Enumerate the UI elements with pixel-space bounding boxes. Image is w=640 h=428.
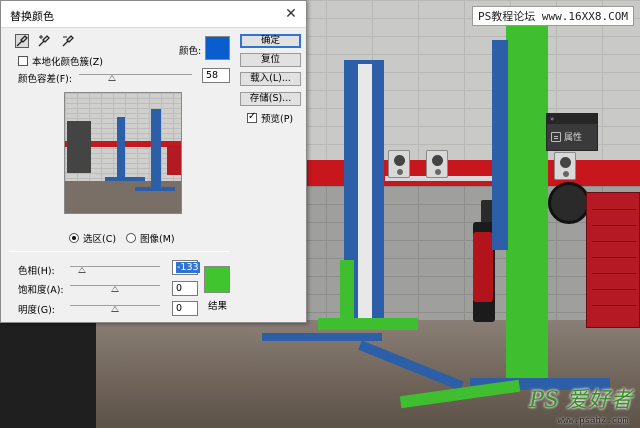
result-label: 结果 [208,301,228,312]
eyedropper-minus-button[interactable] [61,34,75,48]
ok-button[interactable]: 确定 [240,34,301,48]
lift-post-right-side [492,40,508,250]
shop-fan [548,182,590,224]
saturation-label: 饱和度(A): [18,285,64,296]
properties-panel-tab[interactable]: 属性 [547,124,597,149]
reset-button[interactable]: 复位 [240,53,301,67]
preview-shelf [67,121,91,173]
lift-arm-left [262,333,382,341]
image-mode-radio[interactable]: 图像(M) [126,231,175,245]
load-button[interactable]: 载入(L)... [240,72,301,86]
eyedropper-plus-button[interactable] [37,34,51,48]
properties-panel[interactable]: » 属性 [546,113,598,151]
lift-post-right [506,18,548,390]
preview-lift-post-right [151,109,161,189]
hue-slider-handle[interactable] [77,267,86,273]
tool-cabinet [586,192,640,328]
image-radio-button[interactable] [126,233,136,243]
speaker [554,152,576,180]
dialog-titlebar[interactable]: 替换颜色 ✕ [1,1,306,28]
color-label: 颜色: [179,46,202,57]
panel-grip[interactable]: » [547,114,597,124]
localized-clusters-label: 本地化颜色簇(Z) [32,57,103,68]
selection-mode-radio[interactable]: 选区(C) [69,231,116,245]
section-divider [9,251,229,252]
properties-label: 属性 [564,133,583,143]
fuzziness-input[interactable]: 58 [202,68,230,83]
speaker [388,150,410,178]
localized-clusters-option[interactable]: 本地化颜色簇(Z) [18,54,103,68]
eyedropper-button[interactable] [15,34,29,48]
lift-post-middle-highlight [358,64,372,326]
preview-lift-post-left [117,117,125,177]
eyedropper-plus-icon [38,35,50,47]
selection-color-swatch[interactable] [205,36,230,60]
lift-base-middle [318,318,418,330]
lift-post-middle-green [340,260,354,324]
eyedropper-minus-icon [62,35,74,47]
hue-label: 色相(H): [18,266,55,277]
preview-cabinet [167,145,181,175]
dialog-title: 替换颜色 [10,10,54,23]
fuzziness-label: 颜色容差(F): [18,74,73,85]
result-color-swatch[interactable] [204,266,230,293]
properties-icon [551,131,561,142]
fuzziness-slider-handle[interactable] [107,75,116,81]
preview-lift-arm [135,187,175,191]
speaker [426,150,448,178]
image-radio-label: 图像(M) [140,234,175,245]
selection-preview[interactable] [64,92,182,214]
saturation-input[interactable]: 0 [172,281,198,296]
preview-checkbox[interactable] [247,111,257,123]
preview-option[interactable]: 预览(P) [247,111,293,125]
selection-radio-button[interactable] [69,233,79,243]
eyedropper-icon [16,35,28,47]
close-button[interactable]: ✕ [282,5,300,23]
lightness-label: 明度(G): [18,305,55,316]
preview-lift-base [105,177,145,181]
fire-extinguisher [473,232,493,302]
localized-clusters-checkbox[interactable] [18,56,28,66]
hue-input[interactable]: -133 [172,260,200,275]
selection-radio-label: 选区(C) [83,234,117,245]
lightness-input[interactable]: 0 [172,301,198,316]
fuzziness-slider-track[interactable] [79,74,192,75]
preview-floor [65,181,181,213]
save-button[interactable]: 存储(S)... [240,92,301,106]
watermark-logo: PS 爱好者 [529,388,632,413]
preview-label: 预览(P) [261,114,294,125]
saturation-slider-handle[interactable] [111,286,119,292]
watermark-url: www.psahz.com [557,416,628,426]
lightness-slider-handle[interactable] [111,306,119,312]
watermark-top: PS教程论坛 www.16XX8.COM [472,6,634,26]
replace-color-dialog: 替换颜色 ✕ 本地化颜色簇(Z) 颜色: 颜色容差(F): 58 确定 复位 载… [0,0,307,323]
